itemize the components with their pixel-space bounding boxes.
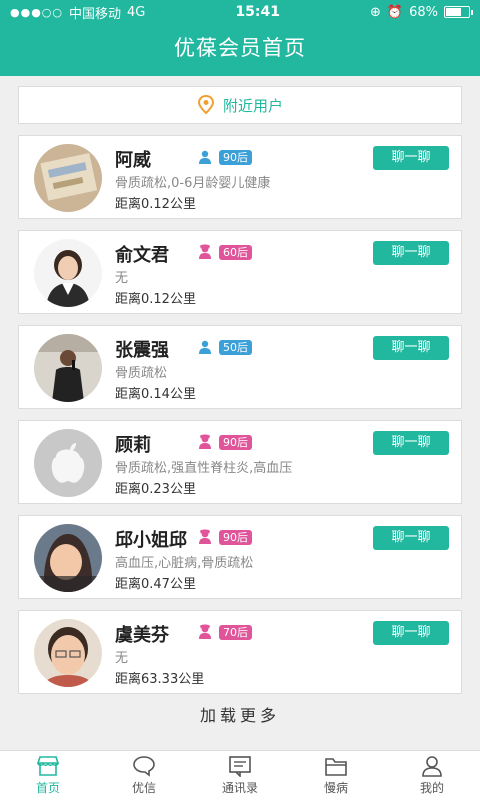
tab-label: 通讯录 [221,781,258,795]
user-card[interactable]: 顾莉 90后骨质疏松,强直性脊柱炎,高血压 距离0.23公里 聊一聊 [18,420,462,504]
age-badge: 50后 [219,340,252,355]
tab-label: 首页 [35,781,60,795]
battery-icon [443,6,473,18]
user-distance: 距离63.33公里 [115,672,205,687]
user-name: 张震强 [115,340,169,361]
bottom-tab-bar: 首页 优信 通讯录 慢病 我的 [0,750,480,800]
user-distance: 距离0.23公里 [115,482,196,497]
user-conditions: 骨质疏松,0-6月龄婴儿健康 [115,176,271,191]
male-icon [197,339,213,355]
age-badge: 60后 [219,245,252,260]
avatar[interactable] [34,619,102,687]
user-conditions: 骨质疏松 [115,366,168,381]
user-name: 邱小姐邱 [115,530,187,551]
female-icon [197,529,213,545]
chat-button[interactable]: 聊一聊 [373,241,449,265]
user-distance: 距离0.14公里 [115,387,196,402]
female-icon [197,624,213,640]
female-icon [197,244,213,260]
user-conditions: 骨质疏松,强直性脊柱炎,高血压 [115,461,293,476]
chat-button[interactable]: 聊一聊 [373,526,449,550]
user-conditions: 无 [115,651,129,666]
user-icon [420,755,444,777]
user-card[interactable]: 张震强 50后骨质疏松距离0.14公里 聊一聊 [18,325,462,409]
male-icon [197,149,213,165]
user-conditions: 无 [115,271,129,286]
avatar[interactable] [34,239,102,307]
user-list: 阿威 90后 骨质疏松,0-6月龄婴儿健康 距离0.12公里 聊一聊 俞文君 60后无距离0… [18,135,462,705]
tab-user[interactable]: 我的 [384,751,480,800]
tab-contacts[interactable]: 通讯录 [192,751,288,800]
user-card[interactable]: 俞文君 60后无距离0.12公里 聊一聊 [18,230,462,314]
tab-folder[interactable]: 慢病 [288,751,384,800]
user-distance: 距离0.12公里 [115,292,196,307]
age-badge: 90后 [219,435,252,450]
clock: 15:41 [235,4,280,20]
age-badge: 90后 [219,530,252,545]
user-distance: 距离0.47公里 [115,577,196,592]
user-name: 阿威 [115,150,151,171]
user-conditions: 高血压,心脏病,骨质疏松 [115,556,254,571]
user-name: 俞文君 [115,245,169,266]
chat-button[interactable]: 聊一聊 [373,431,449,455]
chat-button[interactable]: 聊一聊 [373,146,449,170]
signal-icon: ●●●○○ [10,5,63,19]
tab-label: 我的 [419,781,444,795]
user-card[interactable]: 邱小姐邱 90后高血压,心脏病,骨质疏松 距离0.47公里 聊一聊 [18,515,462,599]
chat-button[interactable]: 聊一聊 [373,621,449,645]
chat-button[interactable]: 聊一聊 [373,336,449,360]
chat-bubble-icon [132,755,156,777]
age-badge: 90后 [219,150,252,165]
avatar[interactable] [34,144,102,212]
avatar[interactable] [34,334,102,402]
home-icon [36,755,60,777]
location-pin-icon [197,95,215,115]
user-card[interactable]: 虞美芬 70后无距离63.33公里 聊一聊 [18,610,462,694]
user-name: 顾莉 [115,435,151,456]
page-title: 优葆会员首页 [174,36,306,60]
age-badge: 70后 [219,625,252,640]
avatar[interactable] [34,429,102,497]
nearby-users-button[interactable]: 附近用户 [18,86,462,124]
status-bar: ●●●○○ 中国移动 4G 15:41 ⊕ ⏰ 68% [0,0,480,24]
user-card[interactable]: 阿威 90后骨质疏松,0-6月龄婴儿健康 距离0.12公里 聊一聊 [18,135,462,219]
alarm-icon: ⏰ [386,4,404,20]
battery-percent: 68% [409,4,438,20]
female-icon [197,434,213,450]
user-name: 虞美芬 [115,625,169,646]
user-distance: 距离0.12公里 [115,197,196,212]
tab-home[interactable]: 首页 [0,751,96,800]
contacts-icon [228,755,252,777]
folder-icon [324,755,348,777]
tab-label: 慢病 [323,781,348,795]
nearby-users-label: 附近用户 [222,96,283,115]
top-bar: ●●●○○ 中国移动 4G 15:41 ⊕ ⏰ 68% 优葆会员首页 [0,0,480,76]
tab-chat-bubble[interactable]: 优信 [96,751,192,800]
rotation-lock-icon: ⊕ [369,4,381,20]
network-label: 4G [127,4,146,20]
carrier-label: 中国移动 [69,6,122,22]
avatar[interactable] [34,524,102,592]
load-more-button[interactable]: 加载更多 [0,702,480,726]
tab-label: 优信 [131,781,156,795]
